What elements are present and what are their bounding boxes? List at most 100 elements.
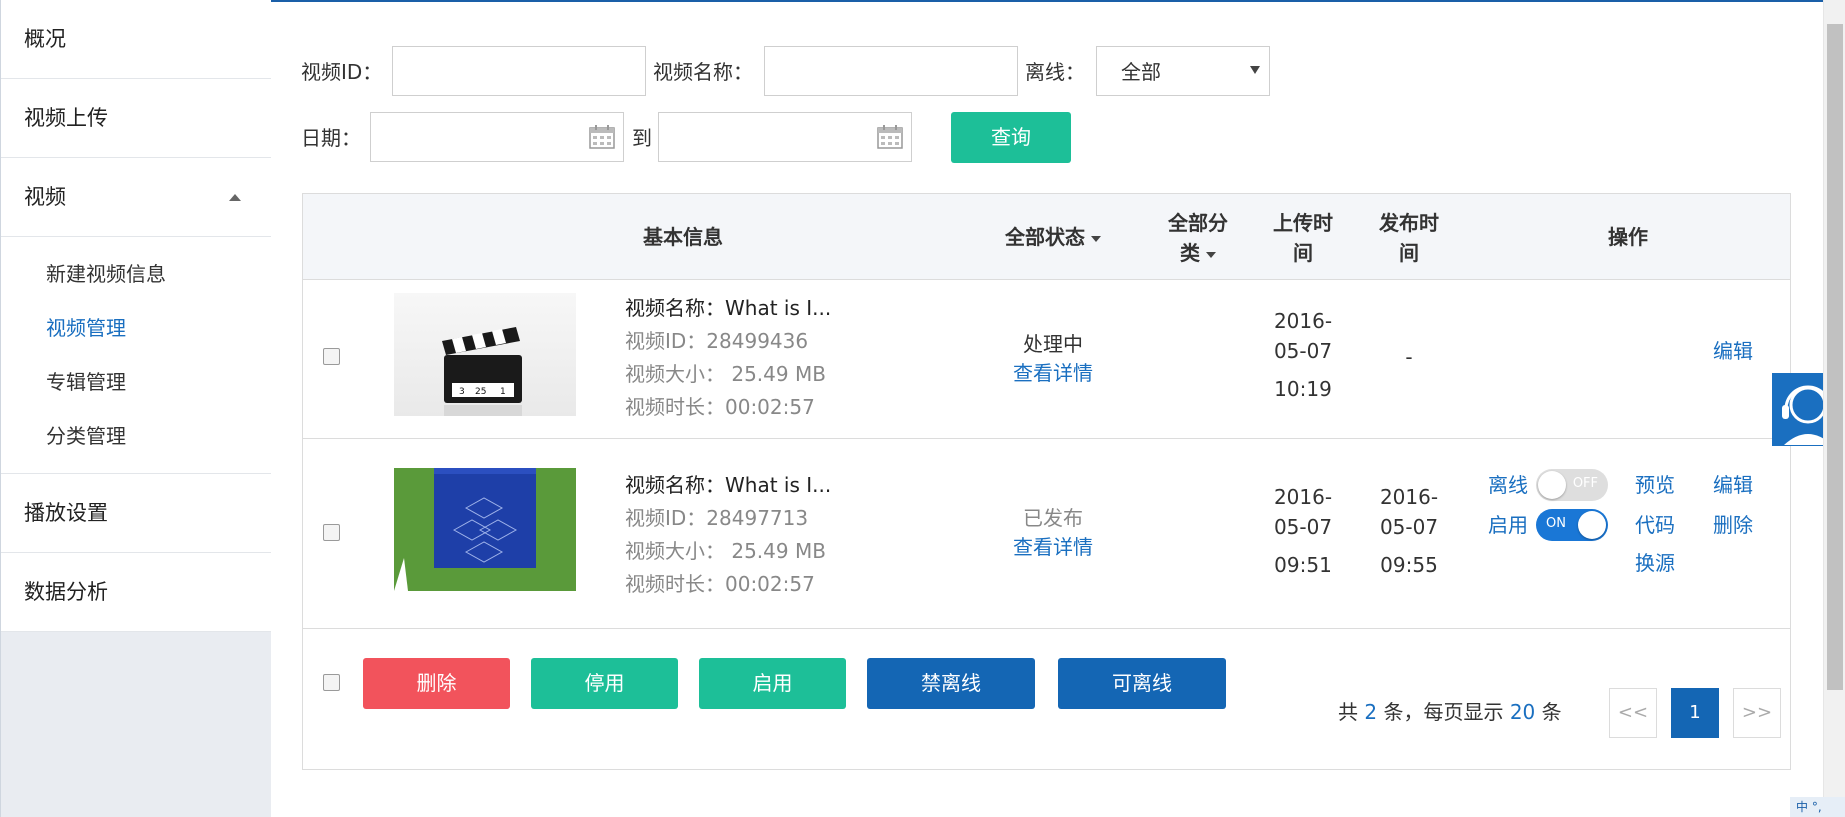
bulk-disable-button[interactable]: 停用 xyxy=(531,658,678,709)
bulk-allow-offline-button[interactable]: 可离线 xyxy=(1058,658,1226,709)
edit-link[interactable]: 编辑 xyxy=(1703,336,1763,366)
caret-down-icon xyxy=(1091,235,1101,242)
ime-indicator: 中 °, xyxy=(1790,797,1845,817)
bulk-delete-button[interactable]: 删除 xyxy=(363,658,510,709)
video-thumbnail[interactable]: 3 25 1 xyxy=(394,293,576,416)
sidebar-item-data-analysis[interactable]: 数据分析 xyxy=(1,553,271,632)
code-link[interactable]: 代码 xyxy=(1625,510,1685,540)
row-checkbox[interactable] xyxy=(323,524,340,541)
header-publish-time-line1: 发布时 xyxy=(1379,211,1439,235)
sidebar-item-label: 概况 xyxy=(24,27,66,51)
scrollbar-thumb[interactable] xyxy=(1827,24,1843,690)
top-border xyxy=(271,0,1845,2)
publish-time: - xyxy=(1405,345,1413,369)
header-upload-time: 上传时 间 xyxy=(1263,208,1343,268)
page-1-button[interactable]: 1 xyxy=(1671,688,1719,738)
enable-toggle[interactable]: ON xyxy=(1536,509,1608,541)
svg-text:1: 1 xyxy=(500,387,506,397)
toggle-knob xyxy=(1538,471,1566,499)
pagination-summary: 共 2 条，每页显示 20 条 xyxy=(1338,696,1562,725)
upload-date-part1: 2016- xyxy=(1273,309,1333,333)
date-label: 日期： xyxy=(301,126,361,150)
sidebar-item-label: 视频上传 xyxy=(24,106,108,130)
video-name-input[interactable] xyxy=(764,46,1018,96)
video-duration: 视频时长：00:02:57 xyxy=(625,395,815,419)
upload-date-part2: 05-07 xyxy=(1273,515,1333,539)
per-page-count: 20 xyxy=(1509,700,1536,724)
video-thumbnail[interactable] xyxy=(394,468,576,591)
header-all-category[interactable]: 全部分 类 xyxy=(1158,208,1238,268)
sidebar-item-label: 视频 xyxy=(24,185,66,209)
date-from-field[interactable] xyxy=(370,112,624,162)
sidebar-item-label: 数据分析 xyxy=(24,580,108,604)
calendar-icon[interactable] xyxy=(589,125,615,149)
offline-label: 离线： xyxy=(1025,60,1085,84)
total-prefix: 共 xyxy=(1338,700,1358,724)
offline-toggle-label: 离线 xyxy=(1488,473,1528,497)
sidebar-subnav: 新建视频信息 视频管理 专辑管理 分类管理 xyxy=(1,237,271,474)
header-all-category-line1: 全部分 xyxy=(1168,211,1228,235)
sidebar-item-overview[interactable]: 概况 xyxy=(1,0,271,79)
change-source-link[interactable]: 换源 xyxy=(1625,548,1685,578)
sidebar-subitem-video-management[interactable]: 视频管理 xyxy=(1,301,271,355)
sidebar-item-video-upload[interactable]: 视频上传 xyxy=(1,79,271,158)
toggle-knob xyxy=(1578,511,1606,539)
video-id-input[interactable] xyxy=(392,46,646,96)
video-duration: 视频时长：00:02:57 xyxy=(625,572,815,596)
svg-text:3: 3 xyxy=(459,387,465,397)
sidebar-subitem-album-management[interactable]: 专辑管理 xyxy=(1,355,271,409)
bulk-forbid-offline-button[interactable]: 禁离线 xyxy=(867,658,1035,709)
preview-link[interactable]: 预览 xyxy=(1625,470,1685,500)
delete-link[interactable]: 删除 xyxy=(1703,510,1763,540)
header-all-status[interactable]: 全部状态 xyxy=(988,222,1118,252)
query-button[interactable]: 查询 xyxy=(951,112,1071,163)
publish-date-part2: 05-07 xyxy=(1379,515,1439,539)
caret-down-icon xyxy=(1206,251,1216,258)
video-name: 视频名称：What is I... xyxy=(625,473,832,497)
sidebar-item-video[interactable]: 视频 xyxy=(1,158,271,237)
next-page-button[interactable]: >> xyxy=(1733,688,1781,738)
table-row: 视频名称：What is I... 视频ID：28497713 视频大小： 25… xyxy=(303,439,1790,629)
video-frame-image xyxy=(394,468,576,591)
offline-toggle[interactable]: OFF xyxy=(1536,469,1608,501)
upload-time: 09:51 xyxy=(1274,553,1332,577)
offline-select[interactable]: 全部 xyxy=(1096,46,1270,96)
header-all-category-line2: 类 xyxy=(1180,241,1200,265)
prev-page-button[interactable]: << xyxy=(1609,688,1657,738)
row-checkbox[interactable] xyxy=(323,348,340,365)
video-size: 视频大小： 25.49 MB xyxy=(625,362,826,386)
view-details-link[interactable]: 查看详情 xyxy=(993,532,1113,562)
caret-up-icon xyxy=(229,194,241,201)
header-all-status-label: 全部状态 xyxy=(1005,225,1085,249)
publish-date-part1: 2016- xyxy=(1379,485,1439,509)
total-suffix: 条 xyxy=(1541,700,1562,724)
sidebar-item-playback-settings[interactable]: 播放设置 xyxy=(1,474,271,553)
sidebar-item-label: 播放设置 xyxy=(24,501,108,525)
date-to-field[interactable] xyxy=(658,112,912,162)
header-upload-time-line2: 间 xyxy=(1293,241,1313,265)
enable-toggle-label: 启用 xyxy=(1488,513,1528,537)
header-basic-info: 基本信息 xyxy=(643,225,723,249)
video-size: 视频大小： 25.49 MB xyxy=(625,539,826,563)
video-id: 视频ID：28499436 xyxy=(625,329,809,353)
header-upload-time-line1: 上传时 xyxy=(1273,211,1333,235)
video-id: 视频ID：28497713 xyxy=(625,506,809,530)
video-name: 视频名称：What is I... xyxy=(625,296,832,320)
sidebar-subitem-new-video-info[interactable]: 新建视频信息 xyxy=(1,247,271,301)
svg-text:25: 25 xyxy=(475,387,486,397)
header-publish-time-line2: 间 xyxy=(1399,241,1419,265)
header-actions: 操作 xyxy=(1608,225,1648,249)
select-all-checkbox[interactable] xyxy=(323,674,340,691)
upload-time: 10:19 xyxy=(1274,377,1332,401)
video-name-label: 视频名称： xyxy=(653,60,753,84)
dropdown-arrow-icon xyxy=(1250,66,1260,74)
publish-time: 09:55 xyxy=(1380,553,1438,577)
page-scrollbar[interactable] xyxy=(1823,0,1845,817)
view-details-link[interactable]: 查看详情 xyxy=(993,358,1113,388)
sidebar-subitem-category-management[interactable]: 分类管理 xyxy=(1,409,271,463)
bulk-enable-button[interactable]: 启用 xyxy=(699,658,846,709)
edit-link[interactable]: 编辑 xyxy=(1703,470,1763,500)
header-publish-time: 发布时 间 xyxy=(1369,208,1449,268)
toggle-text: ON xyxy=(1546,516,1566,531)
calendar-icon[interactable] xyxy=(877,125,903,149)
